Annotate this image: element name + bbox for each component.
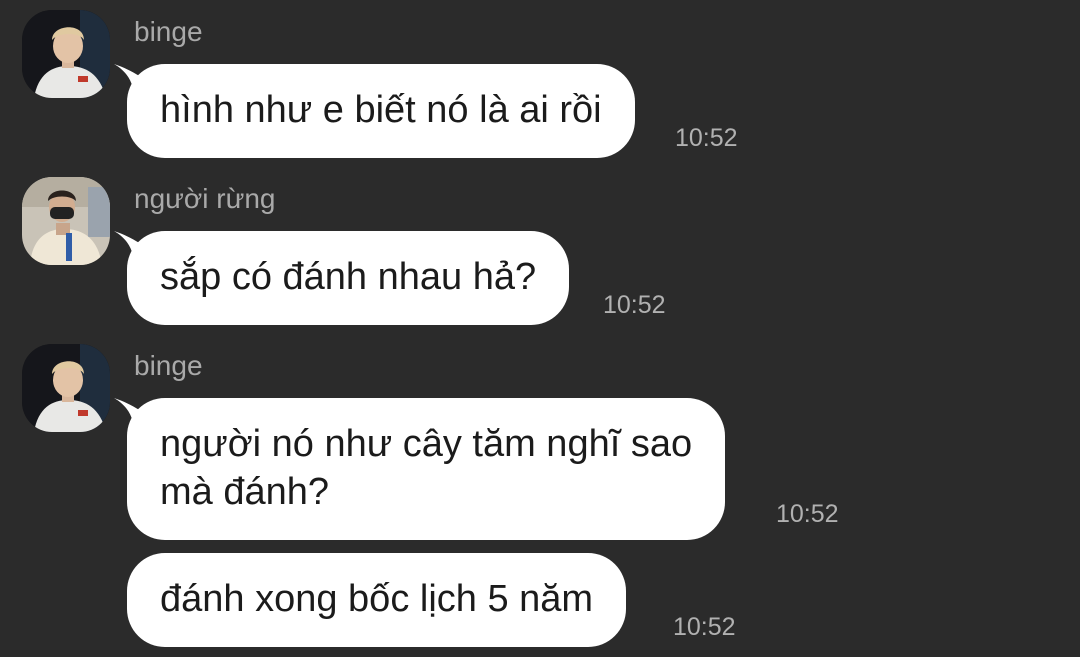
chat-thread: binge hình như e biết nó là ai rồi 10:52… <box>0 0 1080 657</box>
message-timestamp: 10:52 <box>603 291 666 319</box>
message-bubble[interactable]: hình như e biết nó là ai rồi <box>114 64 635 158</box>
message-bubble[interactable]: sắp có đánh nhau hả? <box>114 231 570 325</box>
avatar-binge[interactable] <box>22 344 110 432</box>
message-text: đánh xong bốc lịch 5 năm <box>160 578 594 620</box>
profile-photo-icon <box>22 344 110 432</box>
message-timestamp: 10:52 <box>673 613 736 641</box>
message-bubble[interactable]: đánh xong bốc lịch 5 năm <box>127 553 627 647</box>
avatar-nguoi-rung[interactable] <box>22 177 110 265</box>
bubble-tail <box>114 64 154 98</box>
sender-name: binge <box>134 16 203 47</box>
message-bubble[interactable]: người nó như cây tăm nghĩ sao mà đánh? <box>114 398 726 540</box>
message-timestamp: 10:52 <box>776 500 839 528</box>
bubble-tail <box>114 398 154 432</box>
sender-name: binge <box>134 350 203 381</box>
profile-photo-icon <box>22 10 110 98</box>
message-timestamp: 10:52 <box>675 124 738 152</box>
message-text: hình như e biết nó là ai rồi <box>160 89 602 131</box>
sender-name: người rừng <box>134 183 276 214</box>
message-text-line: mà đánh? <box>160 471 330 513</box>
avatar-binge[interactable] <box>22 10 110 98</box>
bubble-tail <box>114 231 154 265</box>
profile-photo-icon <box>22 177 110 265</box>
message-text: sắp có đánh nhau hả? <box>160 256 537 298</box>
message-text-line: người nó như cây tăm nghĩ sao <box>160 423 693 465</box>
